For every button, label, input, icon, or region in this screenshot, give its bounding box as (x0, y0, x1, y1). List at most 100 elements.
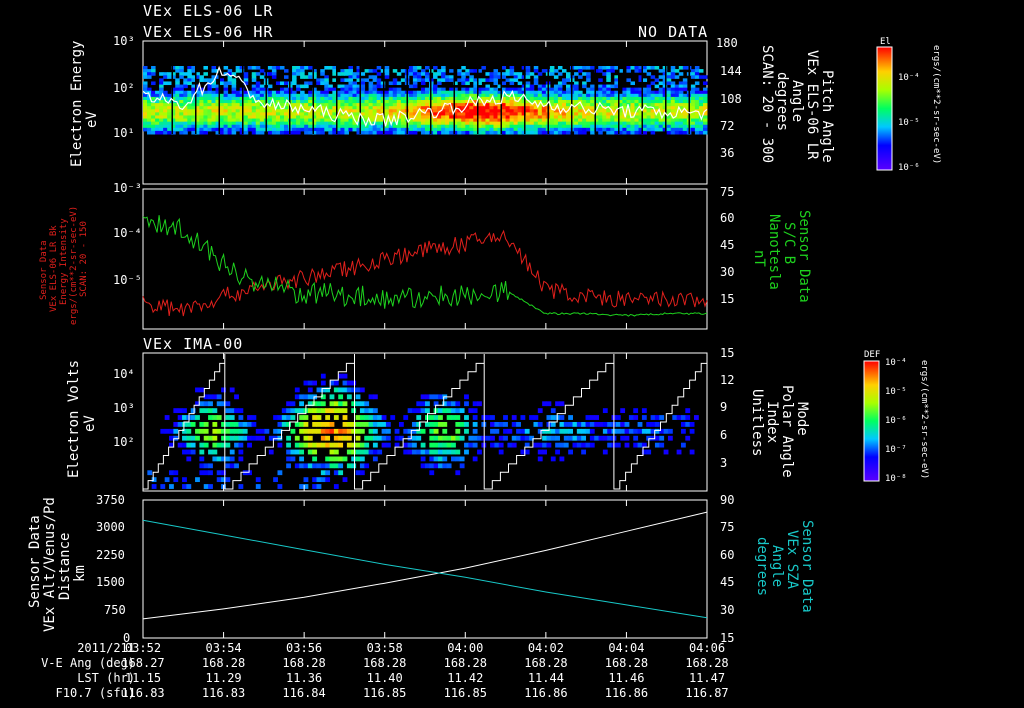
p3-heat-cell (455, 401, 461, 407)
p1-heat-cell (143, 124, 148, 129)
p1-heat-cell (147, 106, 152, 110)
p3-heat-cell (537, 442, 543, 448)
p1-heat-cell (223, 90, 229, 95)
p1-heat-cell (461, 78, 466, 82)
p3-heat-cell (238, 456, 244, 462)
p3-heat-cell (212, 428, 218, 434)
p1-heat-cell (461, 121, 466, 126)
p1-heat-cell (376, 84, 382, 89)
p3-heat-cell (307, 428, 313, 434)
p1-heat-cell (416, 127, 422, 132)
p1-heat-cell (296, 72, 301, 76)
p1-heat-cell (247, 118, 253, 123)
p1-heat-cell (670, 100, 676, 104)
p1-heat-cell (541, 69, 547, 73)
p1-heat-cell (662, 103, 668, 107)
p3-heat-cell (364, 449, 370, 455)
p1-heat-cell (521, 130, 527, 135)
p3-heat-cell (359, 415, 365, 420)
p1-heat-cell (634, 96, 640, 101)
p3-heat-cell (169, 435, 174, 441)
p3-heat-cell (238, 422, 244, 427)
p1-heat-cell (211, 121, 217, 126)
p3-heat-cell (225, 401, 231, 407)
p3-heat-cell (355, 415, 361, 420)
p3-heat-cell (342, 373, 348, 379)
p3-heat-cell (490, 422, 495, 427)
p1-heat-cell (159, 115, 164, 120)
p3-heat-cell (355, 401, 361, 407)
p1-heat-cell (255, 109, 261, 113)
p1-heat-cell (493, 87, 499, 92)
p1-heat-cell (247, 112, 253, 116)
p1-heat-cell (408, 84, 414, 89)
p3-ytick-2: 10² (113, 435, 135, 449)
p1-heat-cell (348, 78, 353, 82)
p1-heat-cell (223, 66, 229, 70)
p1-heat-cell (360, 106, 366, 110)
p1-heat-cell (489, 124, 494, 129)
p3-heat-cell (351, 449, 357, 455)
p1-heat-cell (674, 124, 680, 129)
p1-heat-cell (348, 75, 353, 79)
p1-heat-cell (650, 112, 656, 116)
p3-heat-cell (173, 428, 179, 434)
p1-heat-cell (549, 87, 555, 92)
p1-heat-cell (602, 127, 607, 132)
p3-heat-cell (338, 463, 344, 469)
p1-heat-cell (203, 103, 208, 107)
p3-heat-cell (199, 449, 205, 455)
p1-heat-cell (243, 103, 249, 107)
p1-heat-cell (247, 127, 253, 132)
p1-gap (547, 66, 549, 134)
p1-heat-cell (324, 96, 329, 101)
p1-heat-cell (481, 87, 486, 92)
p3-heat-cell (229, 456, 235, 462)
p1-heat-cell (251, 84, 257, 89)
p1-heat-cell (159, 103, 164, 107)
p3-heat-cell (372, 408, 378, 414)
p1-heat-cell (670, 69, 676, 73)
p1-heat-cell (698, 90, 704, 95)
panel-electron-energy: 10³ 10² 10¹ 180 144 108 72 36 Electron E… (69, 34, 941, 185)
p1-heat-cell (622, 130, 627, 135)
p1-heat-cell (247, 124, 253, 129)
p1-heat-cell (247, 115, 253, 120)
p1-heat-cell (553, 93, 559, 98)
p1-heat-cell (223, 106, 229, 110)
p1-heat-cell (408, 90, 414, 95)
p1-heat-cell (445, 75, 450, 79)
p1-heat-cell (658, 124, 664, 129)
p3-heat-cell (459, 422, 465, 427)
p1-heat-cell (324, 75, 329, 79)
p3-heat-cell (164, 415, 170, 420)
p1-heat-cell (292, 72, 297, 76)
p3-heat-cell (351, 408, 357, 414)
p1-heat-cell (461, 72, 466, 76)
p1-heat-cell (344, 121, 349, 126)
p3-rtick-3: 6 (720, 428, 727, 442)
p1-heat-cell (433, 106, 438, 110)
p1-heat-cell (662, 87, 668, 92)
p1-heat-cell (658, 96, 664, 101)
p1-heat-cell (255, 112, 261, 116)
p1-heat-cell (219, 124, 225, 129)
p1-heat-cell (235, 69, 241, 73)
p3-heat-cell (568, 435, 574, 441)
p1-heat-cell (207, 96, 212, 101)
p3-heat-cell (464, 401, 469, 407)
p3-heat-cell (216, 470, 222, 476)
p1-heat-cell (239, 115, 245, 120)
p1-heat-cell (586, 66, 591, 70)
p3-heat-cell (438, 408, 443, 414)
p1-heat-cell (412, 75, 418, 79)
p1-heat-cell (489, 103, 494, 107)
p1-heat-cell (400, 103, 406, 107)
p3-heat-cell (338, 470, 344, 476)
p1-heat-cell (626, 78, 631, 82)
p3-heat-cell (542, 401, 547, 407)
p3-heat-cell (216, 428, 222, 434)
p1-heat-cell (231, 124, 237, 129)
p1-heat-cell (666, 130, 672, 135)
p3-heat-cell (338, 456, 344, 462)
